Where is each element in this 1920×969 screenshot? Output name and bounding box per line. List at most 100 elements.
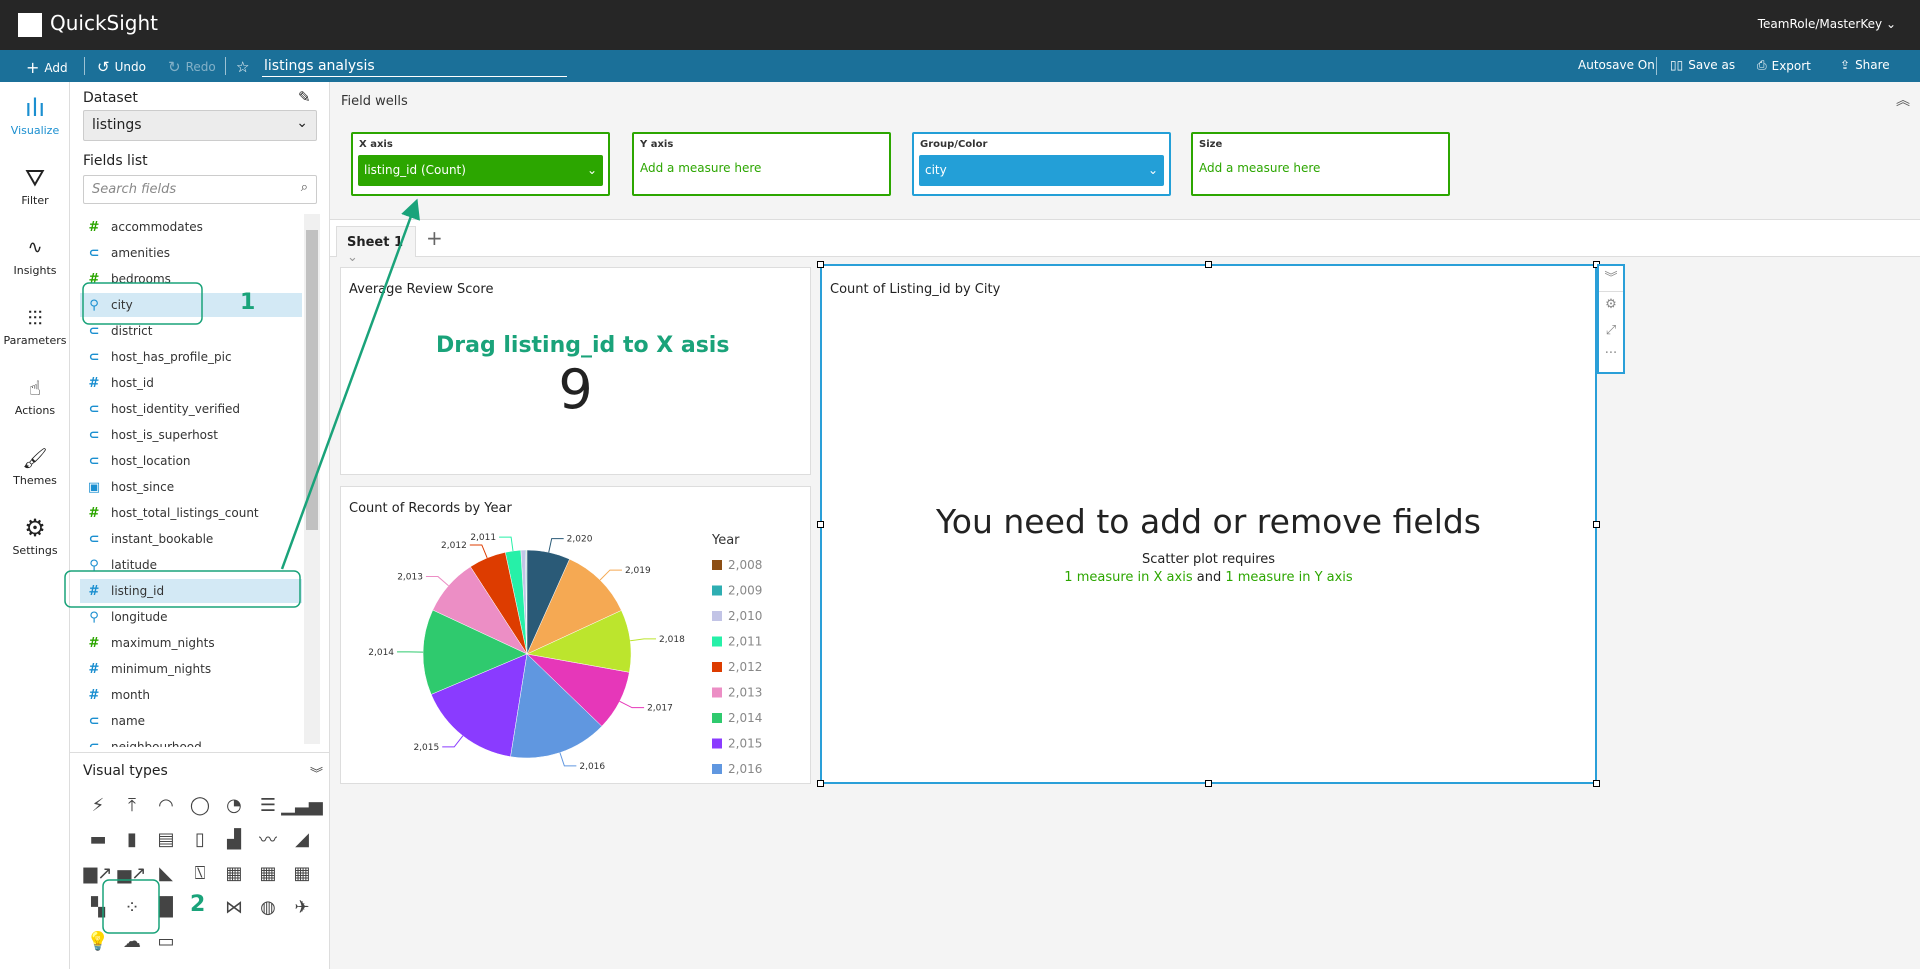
field-item-neighbourhood[interactable]: ⊂ neighbourhood [80, 735, 302, 748]
field-item-minimum_nights[interactable]: # minimum_nights [80, 657, 302, 681]
legend-item[interactable]: 2,010 [728, 609, 762, 623]
donut-visual-icon[interactable]: ◯ [186, 791, 214, 819]
nav-themes[interactable]: 🖌 Themes [0, 444, 70, 487]
legend-item[interactable]: 2,016 [728, 762, 762, 776]
autograph-visual-icon[interactable]: ⚡ [84, 791, 112, 819]
save-as-button[interactable]: ▯▯ Save as [1670, 58, 1735, 72]
search-fields-input[interactable]: Search fields ⌕ [83, 175, 317, 204]
add-button[interactable]: + Add [26, 58, 68, 77]
field-item-host_location[interactable]: ⊂ host_location [80, 449, 302, 473]
field-item-host_total_listings_count[interactable]: # host_total_listings_count [80, 501, 302, 525]
field-item-accommodates[interactable]: # accommodates [80, 215, 302, 239]
scrollbar-thumb[interactable] [306, 230, 318, 530]
resize-handle[interactable] [1205, 780, 1212, 787]
resize-handle[interactable] [1593, 780, 1600, 787]
field-item-name[interactable]: ⊂ name [80, 709, 302, 733]
v-100-bar-visual-icon[interactable]: ▯ [186, 825, 214, 853]
tab-sheet-1[interactable]: Sheet 1 ⌄ [336, 226, 416, 265]
gear-icon[interactable]: ⚙ [1599, 292, 1623, 318]
field-item-host_since[interactable]: ▣ host_since [80, 475, 302, 499]
resize-handle[interactable] [817, 521, 824, 528]
waterfall-visual-icon[interactable]: ▟ [220, 825, 248, 853]
resize-handle[interactable] [1593, 521, 1600, 528]
heatmap-visual-icon[interactable]: ▦ [220, 859, 248, 887]
legend-item[interactable]: 2,015 [728, 737, 762, 751]
custom-content-visual-icon[interactable]: ▭ [152, 927, 180, 955]
x-axis-field-pill[interactable]: listing_id (Count) ⌄ [358, 155, 603, 186]
group-field-pill[interactable]: city ⌄ [919, 155, 1164, 186]
resize-handle[interactable] [817, 780, 824, 787]
favorite-star-icon[interactable]: ☆ [236, 58, 249, 76]
filled-map-visual-icon[interactable]: ◍ [254, 893, 282, 921]
field-item-longitude[interactable]: ⚲ longitude [80, 605, 302, 629]
legend-item[interactable]: 2,012 [728, 660, 762, 674]
fields-scrollbar[interactable] [304, 214, 320, 744]
legend-item[interactable]: 2,009 [728, 584, 762, 598]
nav-parameters[interactable]: ⫶⫶⫶ Parameters [0, 304, 70, 347]
field-item-month[interactable]: # month [80, 683, 302, 707]
share-button[interactable]: ⇪ Share [1840, 58, 1890, 72]
legend-item[interactable]: 2,008 [728, 558, 762, 572]
field-item-maximum_nights[interactable]: # maximum_nights [80, 631, 302, 655]
resize-handle[interactable] [1205, 261, 1212, 268]
insight-visual-icon[interactable]: 💡 [84, 927, 112, 955]
legend-item[interactable]: 2,011 [728, 635, 762, 649]
field-item-listing_id[interactable]: # listing_id [80, 579, 302, 603]
pie-visual[interactable]: Count of Records by Year 2,011 2,012 2,013… [340, 486, 811, 784]
more-options-icon[interactable]: ··· [1599, 344, 1623, 370]
field-item-latitude[interactable]: ⚲ latitude [80, 553, 302, 577]
dataset-dropdown[interactable]: listings ⌄ [83, 110, 317, 141]
autosave-toggle[interactable]: Autosave On [1578, 58, 1655, 72]
treemap-visual-icon[interactable]: ▚ [84, 893, 112, 921]
nav-settings[interactable]: ⚙ Settings [0, 514, 70, 557]
stacked-v-bar-visual-icon[interactable]: ▮ [118, 825, 146, 853]
nav-insights[interactable]: ∿ Insights [0, 234, 70, 277]
line-visual-icon[interactable]: 〰 [254, 825, 282, 853]
field-item-host_id[interactable]: # host_id [80, 371, 302, 395]
kpi-visual[interactable]: Average Review Score 9 [340, 267, 811, 475]
stacked-area-visual-icon[interactable]: ◣ [152, 859, 180, 887]
analysis-title-input[interactable] [262, 55, 567, 77]
field-item-host_identity_verified[interactable]: ⊂ host_identity_verified [80, 397, 302, 421]
collapse-wells-icon[interactable]: ︽ [1896, 90, 1910, 110]
size-well[interactable]: Size Add a measure here [1191, 132, 1450, 196]
field-item-host_has_profile_pic[interactable]: ⊂ host_has_profile_pic [80, 345, 302, 369]
field-item-amenities[interactable]: ⊂ amenities [80, 241, 302, 265]
stacked-h-bar-visual-icon[interactable]: ▬ [84, 825, 112, 853]
field-item-city[interactable]: ⚲ city [80, 293, 302, 317]
kpi-visual-icon[interactable]: ⤒ [118, 791, 146, 819]
resize-handle[interactable] [817, 261, 824, 268]
redo-button[interactable]: ↻ Redo [168, 58, 216, 76]
scatter-visual[interactable]: Count of Listing_id by City You need to … [817, 261, 1600, 787]
combo-line-bar-visual-icon[interactable]: ▆↗ [84, 859, 113, 887]
group-color-well[interactable]: Group/Color city ⌄ [912, 132, 1171, 196]
add-sheet-plus-icon[interactable]: + [426, 226, 443, 250]
boxplot-visual-icon[interactable]: ⍂ [186, 859, 214, 887]
vertical-bar-visual-icon[interactable]: ▁▃▅ [281, 791, 323, 819]
combo-line-cbar-visual-icon[interactable]: ▅↗ [118, 859, 147, 887]
field-item-instant_bookable[interactable]: ⊂ instant_bookable [80, 527, 302, 551]
gauge-visual-icon[interactable]: ◠ [152, 791, 180, 819]
edit-pencil-icon[interactable]: ✎ [298, 88, 311, 106]
point-map-visual-icon[interactable]: ✈ [288, 893, 316, 921]
export-button[interactable]: ⎙ Export [1757, 58, 1811, 73]
undo-button[interactable]: ↺ Undo [97, 58, 146, 76]
nav-visualize[interactable]: ılı Visualize [0, 94, 70, 137]
pivot-visual-icon[interactable]: ▦ [254, 859, 282, 887]
collapse-chevrons-icon[interactable]: ︾ [1599, 266, 1623, 292]
histogram-visual-icon[interactable]: ▐▌ [152, 893, 180, 921]
y-axis-well[interactable]: Y axis Add a measure here [632, 132, 891, 196]
horizontal-bar-visual-icon[interactable]: ☰ [254, 791, 282, 819]
x-axis-well[interactable]: X axis listing_id (Count) ⌄ [351, 132, 610, 196]
field-item-host_is_superhost[interactable]: ⊂ host_is_superhost [80, 423, 302, 447]
legend-item[interactable]: 2,014 [728, 711, 762, 725]
nav-actions[interactable]: ☝ Actions [0, 374, 70, 417]
area-visual-icon[interactable]: ◢ [288, 825, 316, 853]
legend-item[interactable]: 2,013 [728, 686, 762, 700]
sankey-visual-icon[interactable]: ⋈ [220, 893, 248, 921]
table-visual-icon[interactable]: ▦ [288, 859, 316, 887]
user-menu[interactable]: TeamRole/MasterKey ⌄ [1758, 17, 1896, 31]
word-cloud-visual-icon[interactable]: ☁ [118, 927, 146, 955]
h-100-bar-visual-icon[interactable]: ▤ [152, 825, 180, 853]
nav-filter[interactable]: ⛛ Filter [0, 164, 70, 207]
